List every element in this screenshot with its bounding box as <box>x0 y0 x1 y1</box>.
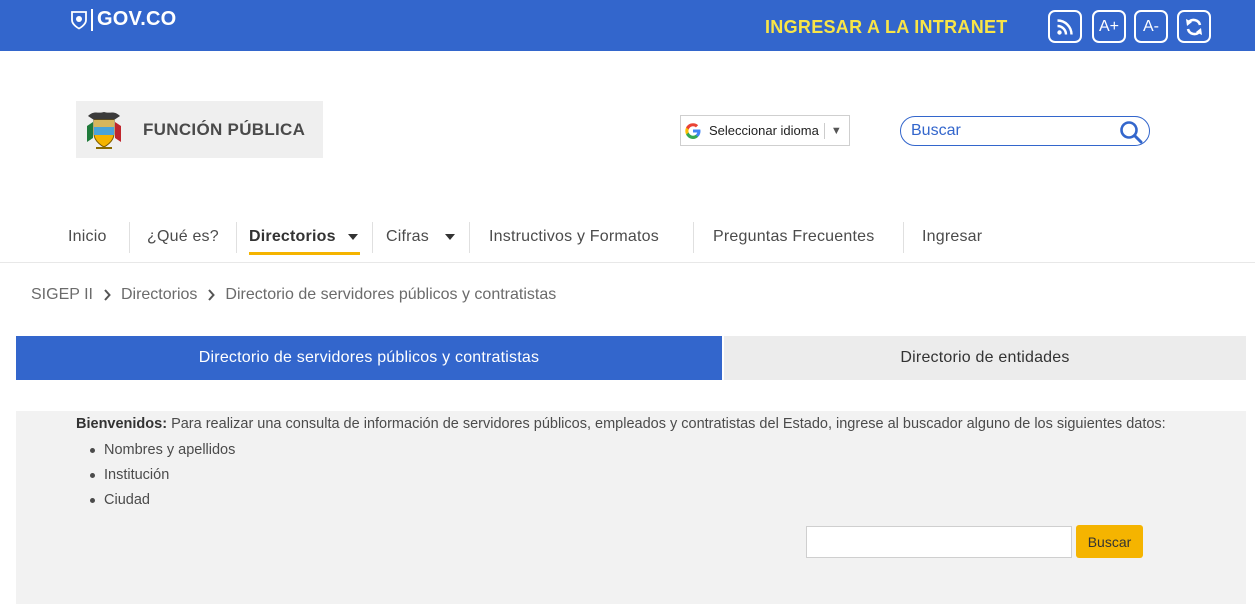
chevron-down-icon <box>347 234 358 240</box>
tab-entidades[interactable]: Directorio de entidades <box>724 336 1246 380</box>
welcome-text: Bienvenidos: Para realizar una consulta … <box>76 416 1166 432</box>
rss-button[interactable] <box>1048 10 1082 43</box>
list-item: Institución <box>89 466 235 491</box>
language-label: Seleccionar idioma <box>709 123 819 138</box>
nav-item-inicio[interactable]: Inicio <box>68 218 107 256</box>
nav-label: Instructivos y Formatos <box>489 228 659 245</box>
breadcrumb: SIGEP II Directorios Directorio de servi… <box>31 286 556 304</box>
dropdown-caret-icon: ▼ <box>830 124 842 137</box>
increase-font-button[interactable]: A+ <box>1092 10 1126 43</box>
breadcrumb-item-directorios[interactable]: Directorios <box>121 286 197 304</box>
nav-label: Directorios <box>249 228 336 245</box>
chevron-right-icon <box>208 289 216 301</box>
nav-label: ¿Qué es? <box>147 228 219 245</box>
intranet-link[interactable]: INGRESAR A LA INTRANET <box>765 17 1008 38</box>
decrease-font-button[interactable]: A- <box>1134 10 1168 43</box>
list-item: Ciudad <box>89 491 235 516</box>
breadcrumb-item-current: Directorio de servidores públicos y cont… <box>225 286 557 303</box>
welcome-body: Para realizar una consulta de informació… <box>167 416 1166 432</box>
nav-item-preguntas[interactable]: Preguntas Frecuentes <box>713 218 874 256</box>
govco-divider <box>91 8 93 31</box>
rss-icon <box>1057 18 1073 35</box>
colombia-shield-icon <box>71 10 87 30</box>
search-icon[interactable] <box>1119 120 1143 144</box>
nav-item-ingresar[interactable]: Ingresar <box>922 218 982 256</box>
nav-divider <box>129 222 130 253</box>
nav-divider <box>693 222 694 253</box>
nav-label: Inicio <box>68 228 107 245</box>
directory-search-button[interactable]: Buscar <box>1076 525 1143 558</box>
language-select[interactable]: Seleccionar idioma ▼ <box>680 115 850 146</box>
google-icon <box>685 122 701 139</box>
chevron-right-icon <box>104 289 111 301</box>
nav-item-instructivos[interactable]: Instructivos y Formatos <box>489 218 659 256</box>
logo-text: FUNCIÓN PÚBLICA <box>143 119 306 139</box>
language-divider <box>823 122 825 139</box>
list-item: Nombres y apellidos <box>89 441 235 466</box>
gov-topbar: GOV.CO INGRESAR A LA INTRANET A+ A- <box>0 0 1255 51</box>
chevron-down-icon <box>444 234 455 240</box>
directory-search-input[interactable] <box>806 526 1072 558</box>
nav-item-cifras[interactable]: Cifras <box>386 218 455 256</box>
nav-divider <box>372 222 373 253</box>
directory-panel: Bienvenidos: Para realizar una consulta … <box>16 411 1246 604</box>
tab-servidores[interactable]: Directorio de servidores públicos y cont… <box>16 336 722 380</box>
nav-item-que-es[interactable]: ¿Qué es? <box>147 218 219 256</box>
nav-divider <box>469 222 470 253</box>
refresh-icon <box>1186 18 1202 35</box>
site-search <box>900 116 1150 146</box>
nav-label: Preguntas Frecuentes <box>713 228 875 245</box>
nav-label: Ingresar <box>922 228 983 245</box>
govco-text: GOV.CO <box>97 8 177 30</box>
govco-logo[interactable]: GOV.CO <box>70 8 176 31</box>
main-nav: Inicio ¿Qué es? Directorios Cifras Instr… <box>0 218 1255 263</box>
colombia-crest-icon <box>87 111 121 149</box>
funcion-publica-logo[interactable]: FUNCIÓN PÚBLICA <box>76 101 323 158</box>
welcome-bold: Bienvenidos: <box>76 416 168 432</box>
nav-divider <box>903 222 904 253</box>
nav-divider <box>236 222 237 253</box>
search-options-list: Nombres y apellidos Institución Ciudad <box>89 441 235 516</box>
breadcrumb-item-sigep[interactable]: SIGEP II <box>31 286 93 304</box>
reset-button[interactable] <box>1177 10 1211 43</box>
nav-item-directorios[interactable]: Directorios <box>249 218 360 256</box>
nav-label: Cifras <box>386 228 429 245</box>
search-input[interactable] <box>911 121 1111 141</box>
